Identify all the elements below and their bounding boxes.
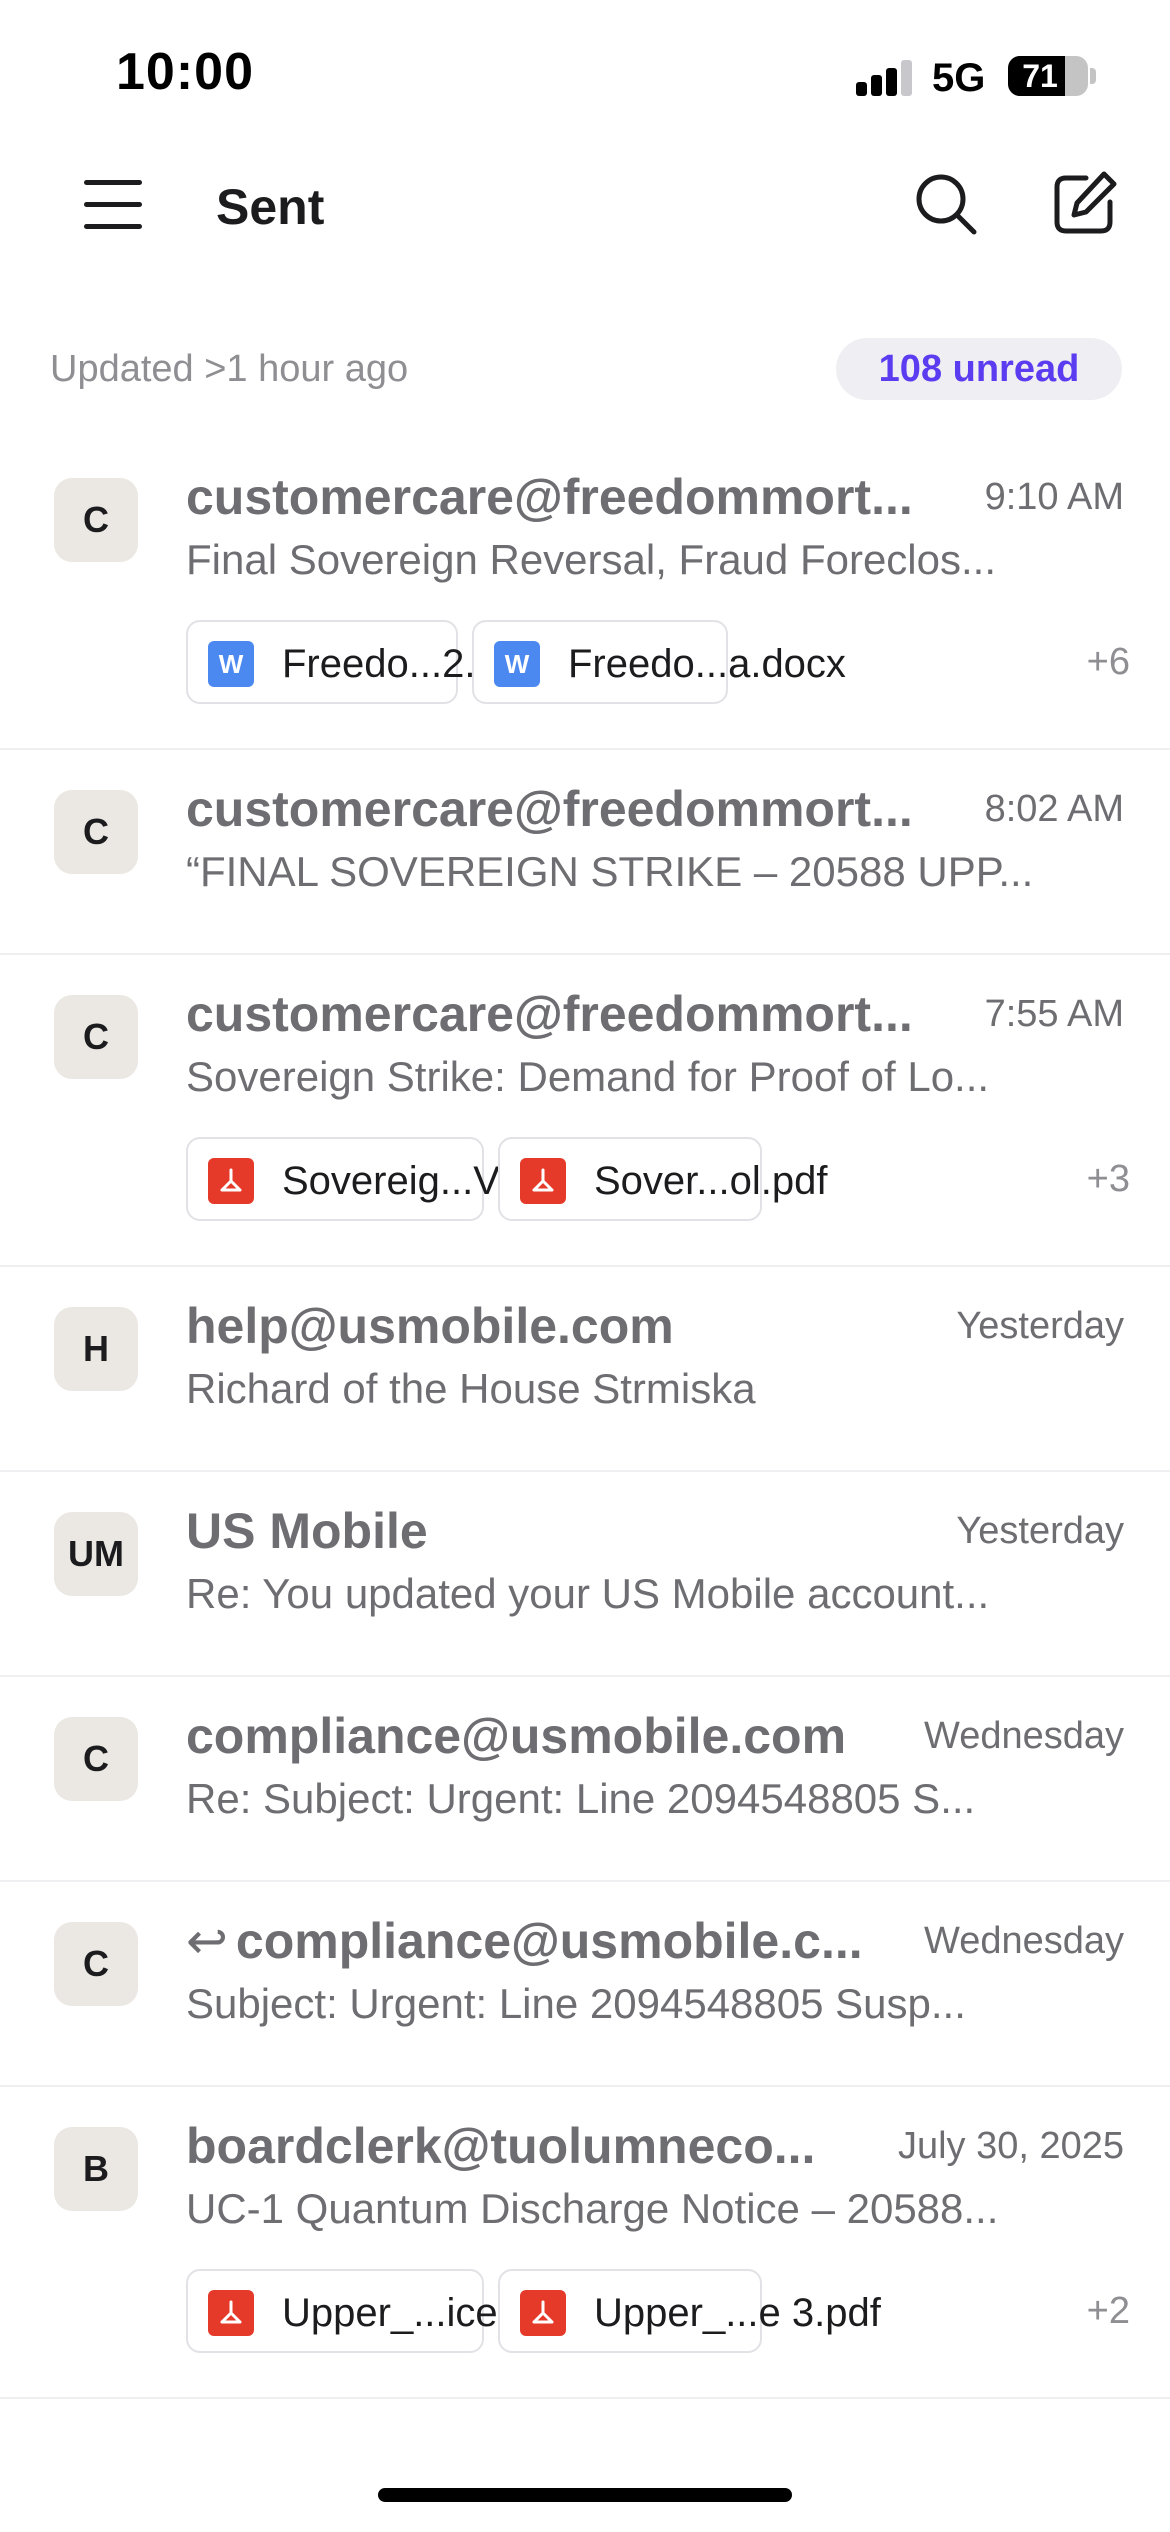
mail-row[interactable]: Ccompliance@usmobile.com Wednesday Re: Sub… xyxy=(0,1677,1170,1882)
mail-row[interactable]: Ccustomercare@freedommort... 9:10 AM Final… xyxy=(0,438,1170,750)
sender-name: ↩ compliance@usmobile.c... xyxy=(186,1912,931,1970)
mail-row[interactable]: Ccustomercare@freedommort... 7:55 AM Sover… xyxy=(0,955,1170,1267)
attachment-chip[interactable]: Upper_...e 3.pdf xyxy=(498,2269,881,2353)
cellular-signal-icon xyxy=(856,60,914,96)
mail-date: 8:02 AM xyxy=(984,788,1124,830)
sender-name: US Mobile xyxy=(186,1502,931,1560)
compose-icon[interactable] xyxy=(1048,168,1120,240)
status-bar: 10:00 5G 71 xyxy=(0,0,1170,150)
mail-date: Yesterday xyxy=(956,1305,1124,1347)
top-bar: Sent xyxy=(0,150,1170,270)
status-time: 10:00 xyxy=(116,43,254,101)
attachment-chip[interactable]: Upper_...ice.pdf xyxy=(186,2269,564,2353)
sender-address: boardclerk@tuolumneco... xyxy=(186,2118,816,2174)
mail-date: 9:10 AM xyxy=(984,476,1124,518)
mail-date: July 30, 2025 xyxy=(897,2125,1124,2167)
battery-icon: 71 xyxy=(1008,56,1088,96)
pdf-icon xyxy=(208,2290,254,2336)
sender-address: customercare@freedommort... xyxy=(186,986,913,1042)
last-updated-text: Updated >1 hour ago xyxy=(50,348,409,390)
sender-avatar: C xyxy=(54,478,138,562)
mail-subject: Final Sovereign Reversal, Fraud Foreclos… xyxy=(186,536,996,583)
attachment-chip[interactable]: Sovereig...View.pdf xyxy=(186,1137,624,1221)
sender-address: customercare@freedommort... xyxy=(186,469,913,525)
sender-address: compliance@usmobile.c... xyxy=(235,1913,863,1969)
reply-arrow-icon: ↩ xyxy=(186,1913,228,1969)
attachment-strip: Upper_...ice.pdf Upper_...e 3.pdf +2 xyxy=(186,2269,1130,2353)
more-attachments-count[interactable]: +6 xyxy=(1087,620,1130,704)
pdf-icon xyxy=(520,2290,566,2336)
pdf-icon xyxy=(520,1158,566,1204)
mail-row[interactable]: Ccustomercare@freedommort... 8:02 AM “FINA… xyxy=(0,750,1170,955)
battery-percent: 71 xyxy=(1022,57,1058,94)
more-attachments-count[interactable]: +3 xyxy=(1087,1137,1130,1221)
mail-list: Ccustomercare@freedommort... 9:10 AM Final… xyxy=(0,438,1170,2399)
attachment-strip: W Freedo...2.docx W Freedo...a.docx +6 xyxy=(186,620,1130,704)
sender-name: customercare@freedommort... xyxy=(186,985,931,1043)
sender-avatar: C xyxy=(54,1922,138,2006)
sender-name: compliance@usmobile.com xyxy=(186,1707,931,1765)
attachment-chip[interactable]: W Freedo...a.docx xyxy=(472,620,846,704)
attachment-chip[interactable]: Sover...ol.pdf xyxy=(498,1137,827,1221)
page-title: Sent xyxy=(216,179,325,235)
sender-address: compliance@usmobile.com xyxy=(186,1708,847,1764)
sender-name: customercare@freedommort... xyxy=(186,468,931,526)
attachment-strip: Sovereig...View.pdf Sover...ol.pdf +3 xyxy=(186,1137,1130,1221)
mail-row[interactable]: UM US Mobile Yesterday Re: You updated your… xyxy=(0,1472,1170,1677)
sender-address: US Mobile xyxy=(186,1503,428,1559)
word-doc-icon: W xyxy=(494,641,540,687)
mail-subject: Sovereign Strike: Demand for Proof of Lo… xyxy=(186,1053,990,1100)
more-attachments-count[interactable]: +2 xyxy=(1087,2269,1130,2353)
sender-avatar: H xyxy=(54,1307,138,1391)
mail-subject: Subject: Urgent: Line 2094548805 Susp... xyxy=(186,1980,966,2027)
mail-subject: Re: You updated your US Mobile account..… xyxy=(186,1570,990,1617)
mail-subject: Richard of the House Strmiska xyxy=(186,1365,756,1412)
sender-name: customercare@freedommort... xyxy=(186,780,931,838)
mail-subject: “FINAL SOVEREIGN STRIKE – 20588 UPP... xyxy=(186,848,1034,895)
battery-cap xyxy=(1090,68,1096,84)
mail-row[interactable]: Hhelp@usmobile.com Yesterday Richard of th… xyxy=(0,1267,1170,1472)
hamburger-menu-icon[interactable] xyxy=(84,178,142,230)
mail-row[interactable]: C ↩ compliance@usmobile.c... Wednesday Subje… xyxy=(0,1882,1170,2087)
mail-date: Wednesday xyxy=(924,1715,1124,1757)
attachment-chip[interactable]: W Freedo...2.docx xyxy=(186,620,560,704)
sender-avatar: UM xyxy=(54,1512,138,1596)
word-doc-icon: W xyxy=(208,641,254,687)
sender-avatar: C xyxy=(54,995,138,1079)
unread-count-badge[interactable]: 108 unread xyxy=(836,338,1122,400)
sender-avatar: B xyxy=(54,2127,138,2211)
sender-address: customercare@freedommort... xyxy=(186,781,913,837)
pdf-icon xyxy=(208,1158,254,1204)
mail-subject: UC-1 Quantum Discharge Notice – 20588... xyxy=(186,2185,999,2232)
mail-app-screen: 10:00 5G 71 Sent Updated >1 hour ago 108… xyxy=(0,0,1170,2532)
attachment-name: Upper_...e 3.pdf xyxy=(594,2291,881,2335)
mail-date: 7:55 AM xyxy=(984,993,1124,1035)
mail-subject: Re: Subject: Urgent: Line 2094548805 S..… xyxy=(186,1775,976,1822)
home-indicator[interactable] xyxy=(378,2488,792,2502)
sender-avatar: C xyxy=(54,1717,138,1801)
mail-date: Yesterday xyxy=(956,1510,1124,1552)
mail-date: Wednesday xyxy=(924,1920,1124,1962)
mail-row[interactable]: Bboardclerk@tuolumneco... July 30, 2025 UC… xyxy=(0,2087,1170,2399)
sender-name: help@usmobile.com xyxy=(186,1297,931,1355)
attachment-name: Sover...ol.pdf xyxy=(594,1159,828,1203)
sender-name: boardclerk@tuolumneco... xyxy=(186,2117,931,2175)
search-icon[interactable] xyxy=(910,168,982,240)
sender-address: help@usmobile.com xyxy=(186,1298,674,1354)
sender-avatar: C xyxy=(54,790,138,874)
network-type: 5G xyxy=(932,56,986,100)
attachment-name: Freedo...a.docx xyxy=(568,642,846,686)
